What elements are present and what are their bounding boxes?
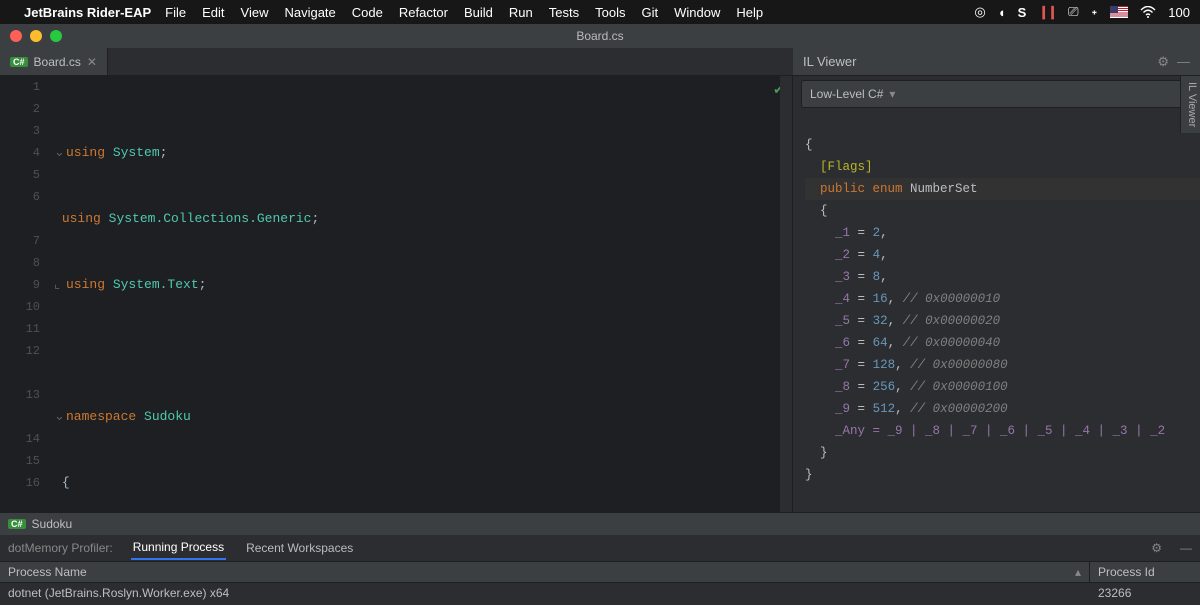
csharp-project-icon: C#: [8, 519, 26, 529]
menu-tools[interactable]: Tools: [595, 5, 625, 20]
bottom-toolwindow: C# Sudoku dotMemory Profiler: Running Pr…: [0, 512, 1200, 605]
chevron-down-icon: ▾: [889, 87, 895, 101]
menu-run[interactable]: Run: [509, 5, 533, 20]
breadcrumb-item: Sudoku: [32, 517, 73, 531]
menu-code[interactable]: Code: [352, 5, 383, 20]
il-viewer-side-tab[interactable]: IL Viewer: [1180, 76, 1200, 133]
close-window-button[interactable]: [10, 30, 22, 42]
error-stripe[interactable]: [780, 76, 792, 512]
il-code-area[interactable]: { [Flags] public enum NumberSet { _1 = 2…: [793, 112, 1200, 512]
dropdown-value: Low-Level C#: [810, 87, 883, 101]
csharp-file-icon: C#: [10, 57, 28, 67]
cell-process-name: dotnet (JetBrains.Roslyn.Worker.exe) x64: [0, 583, 1090, 605]
panel-title: IL Viewer: [803, 54, 1149, 69]
zoom-window-button[interactable]: [50, 30, 62, 42]
minimize-panel-icon[interactable]: —: [1180, 541, 1192, 555]
profiler-tabs: dotMemory Profiler: Running Process Rece…: [0, 535, 1200, 561]
menu-navigate[interactable]: Navigate: [284, 5, 335, 20]
table-row[interactable]: dotnet (JetBrains.Roslyn.Worker.exe) x64…: [0, 583, 1200, 605]
column-process-id[interactable]: Process Id: [1090, 562, 1200, 582]
code-area[interactable]: ✔ ⌄using System; using System.Collection…: [50, 76, 792, 512]
menu-edit[interactable]: Edit: [202, 5, 224, 20]
gear-icon[interactable]: ⚙: [1157, 54, 1169, 70]
macos-menubar: JetBrains Rider-EAP File Edit View Navig…: [0, 0, 1200, 24]
tray-icon[interactable]: ◎: [974, 4, 985, 20]
wifi-icon[interactable]: [1140, 6, 1156, 18]
close-icon[interactable]: ✕: [87, 55, 97, 69]
pause-icon[interactable]: ❙❙: [1038, 4, 1056, 20]
code-editor[interactable]: 123 456 78 91011 1213 1415 16 ✔ ⌄using S…: [0, 76, 792, 512]
menu-refactor[interactable]: Refactor: [399, 5, 448, 20]
app-name[interactable]: JetBrains Rider-EAP: [24, 5, 151, 20]
tab-recent-workspaces[interactable]: Recent Workspaces: [244, 537, 355, 559]
menu-git[interactable]: Git: [641, 5, 658, 20]
process-table-header: Process Name ▴ Process Id: [0, 561, 1200, 583]
profiler-label: dotMemory Profiler:: [8, 541, 113, 555]
tab-board-cs[interactable]: C# Board.cs ✕: [0, 48, 108, 75]
tab-running-process[interactable]: Running Process: [131, 536, 226, 560]
menu-view[interactable]: View: [241, 5, 269, 20]
tray-icon[interactable]: ◖: [998, 5, 1006, 20]
menu-help[interactable]: Help: [736, 5, 763, 20]
menu-window[interactable]: Window: [674, 5, 720, 20]
tray-icon[interactable]: S: [1018, 5, 1027, 20]
menu-file[interactable]: File: [165, 5, 186, 20]
titlebar: Board.cs: [0, 24, 1200, 48]
minimize-window-button[interactable]: [30, 30, 42, 42]
il-mode-dropdown[interactable]: Low-Level C# ▾: [801, 80, 1192, 108]
flag-us-icon[interactable]: [1110, 6, 1128, 18]
column-process-name[interactable]: Process Name: [8, 565, 87, 579]
main-split: 123 456 78 91011 1213 1415 16 ✔ ⌄using S…: [0, 76, 1200, 512]
window-controls: [10, 30, 62, 42]
bluetooth-icon[interactable]: ᛭: [1090, 5, 1098, 20]
menu-tests[interactable]: Tests: [549, 5, 579, 20]
line-gutter: 123 456 78 91011 1213 1415 16: [0, 76, 50, 512]
gear-icon[interactable]: ⚙: [1151, 541, 1162, 555]
tab-label: Board.cs: [34, 55, 81, 69]
battery-percent: 100: [1168, 5, 1190, 20]
window-title: Board.cs: [576, 29, 623, 43]
minimize-panel-icon[interactable]: —: [1177, 54, 1190, 69]
main-window: Board.cs C# Board.cs ✕ ⋮ 123 456 78 9101…: [0, 24, 1200, 605]
menu-build[interactable]: Build: [464, 5, 493, 20]
il-viewer-panel: IL Viewer ⚙ — Low-Level C# ▾ { [Flags] p…: [792, 76, 1200, 512]
cell-process-id: 23266: [1090, 583, 1200, 605]
screen-mirror-icon[interactable]: ⎚: [1068, 4, 1078, 20]
breadcrumb[interactable]: C# Sudoku: [0, 513, 1200, 535]
il-viewer-header: IL Viewer ⚙ —: [793, 48, 1200, 76]
sort-asc-icon[interactable]: ▴: [1075, 565, 1081, 579]
menubar-tray: ◎ ◖ S ❙❙ ⎚ ᛭ 100: [974, 4, 1190, 20]
